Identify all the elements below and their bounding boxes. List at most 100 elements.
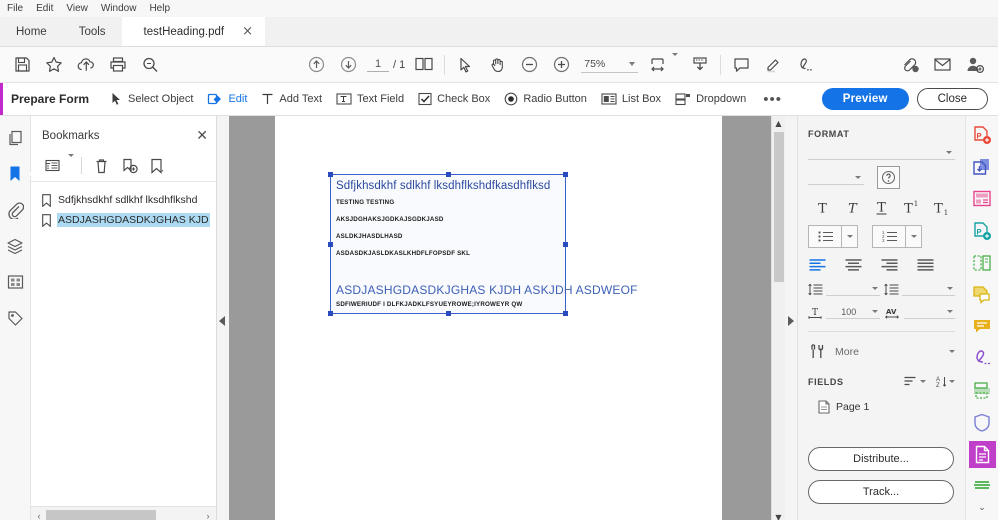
prepare-form-icon[interactable] <box>968 441 996 468</box>
tags-icon[interactable] <box>3 306 27 330</box>
scrollbar-thumb[interactable] <box>46 510 156 520</box>
snapshot-icon[interactable] <box>684 49 716 81</box>
more-options-row[interactable]: More <box>808 343 955 360</box>
menu-item-window[interactable]: Window <box>101 0 137 18</box>
fill-sign-icon[interactable] <box>969 313 996 340</box>
numbered-list-icon[interactable]: 123 <box>873 226 905 247</box>
field-tree-item-page-1[interactable]: Page 1 <box>818 400 955 414</box>
resize-handle-s[interactable] <box>446 311 451 316</box>
upload-cloud-icon[interactable] <box>70 49 102 81</box>
text-field-button[interactable]: Text Field <box>329 83 411 116</box>
tab-home[interactable]: Home <box>0 17 63 46</box>
zoom-out-button[interactable] <box>513 49 545 81</box>
resize-handle-w[interactable] <box>328 242 333 247</box>
zoom-level-select[interactable]: 75% <box>581 56 639 73</box>
collapse-right-icon[interactable] <box>788 315 794 326</box>
star-icon[interactable] <box>38 49 70 81</box>
print-production-icon[interactable] <box>969 473 996 500</box>
hand-icon[interactable] <box>481 49 513 81</box>
resize-handle-nw[interactable] <box>328 172 333 177</box>
track-button[interactable]: Track... <box>808 480 954 504</box>
share-link-icon[interactable] <box>894 49 926 81</box>
font-size-select[interactable] <box>808 170 864 185</box>
two-page-view-icon[interactable] <box>408 49 440 81</box>
sign-icon[interactable] <box>789 49 821 81</box>
bookmarks-icon[interactable] <box>3 162 35 186</box>
edit-bookmark-icon[interactable] <box>145 153 170 178</box>
page-thumbnails-icon[interactable] <box>3 126 27 150</box>
previous-page-button[interactable] <box>300 49 332 81</box>
scan-ocr-icon[interactable] <box>969 377 996 404</box>
fit-width-caret[interactable] <box>672 52 679 74</box>
tab-tools[interactable]: Tools <box>62 17 122 46</box>
edit-button[interactable]: Edit <box>200 83 254 116</box>
subscript-icon[interactable]: T1 <box>926 196 955 218</box>
scroll-right-icon[interactable]: › <box>201 511 215 520</box>
export-pdf-icon[interactable] <box>969 153 996 180</box>
line-spacing-select[interactable] <box>826 282 880 296</box>
content-icon[interactable] <box>3 270 27 294</box>
paragraph-spacing-select[interactable] <box>901 282 955 296</box>
right-panel-collapse-strip[interactable] <box>785 116 797 520</box>
menu-item-help[interactable]: Help <box>149 0 170 18</box>
save-icon[interactable] <box>6 49 38 81</box>
page-number-input[interactable]: 1 <box>367 58 389 72</box>
create-pdf-icon[interactable] <box>969 121 996 148</box>
menu-item-edit[interactable]: Edit <box>36 0 53 18</box>
align-left-icon[interactable] <box>808 257 827 273</box>
page-canvas[interactable]: Sdfjkhsdkhf sdlkhf lksdhflkshdfkasdhflks… <box>229 116 771 520</box>
sign-request-icon[interactable] <box>969 345 996 372</box>
numbered-list-options[interactable] <box>905 226 921 247</box>
zoom-in-button[interactable] <box>545 49 577 81</box>
dropdown-button[interactable]: Dropdown <box>668 83 753 116</box>
scroll-up-icon[interactable]: ▲ <box>775 116 781 131</box>
resize-handle-ne[interactable] <box>563 172 568 177</box>
search-icon[interactable] <box>134 49 166 81</box>
add-text-button[interactable]: Add Text <box>254 83 329 116</box>
layers-icon[interactable] <box>3 234 27 258</box>
resize-handle-sw[interactable] <box>328 311 333 316</box>
underline-icon[interactable]: T <box>867 196 896 218</box>
tab-document[interactable]: testHeading.pdf × <box>121 17 266 46</box>
organize-pages-icon[interactable] <box>969 249 996 276</box>
select-object-button[interactable]: Select Object <box>103 83 200 116</box>
close-icon[interactable]: × <box>242 25 253 38</box>
add-user-icon[interactable] <box>958 49 990 81</box>
sort-az-icon[interactable]: AZ <box>935 375 955 388</box>
comment-pdf-icon[interactable] <box>969 281 996 308</box>
preview-button[interactable]: Preview <box>821 88 909 110</box>
align-justify-icon[interactable] <box>916 257 935 273</box>
new-bookmark-icon[interactable] <box>117 153 142 178</box>
scroll-down-icon[interactable]: ▼ <box>775 510 781 520</box>
font-family-select[interactable] <box>808 145 955 160</box>
radio-button-button[interactable]: Radio Button <box>497 83 594 116</box>
align-right-icon[interactable] <box>880 257 899 273</box>
left-panel-collapse-strip[interactable] <box>217 116 229 520</box>
email-icon[interactable] <box>926 49 958 81</box>
combine-files-icon[interactable] <box>969 217 996 244</box>
menu-item-view[interactable]: View <box>66 0 88 18</box>
bookmark-item[interactable]: ASDJASHGDASDKJGHAS KJD <box>31 210 216 230</box>
selected-form-field[interactable]: Sdfjkhsdkhf sdlkhf lksdhflkshdfkasdhflks… <box>328 172 637 316</box>
more-tools-button[interactable]: ••• <box>753 91 792 108</box>
close-button[interactable]: Close <box>916 88 988 110</box>
sort-order-icon[interactable] <box>904 376 926 387</box>
horizontal-scale-select[interactable]: 100 <box>826 305 880 319</box>
resize-handle-e[interactable] <box>563 242 568 247</box>
comment-icon[interactable] <box>725 49 757 81</box>
pdf-page[interactable]: Sdfjkhsdkhf sdlkhf lksdhflkshdfkasdhflks… <box>275 116 722 520</box>
highlight-icon[interactable] <box>757 49 789 81</box>
protect-icon[interactable] <box>969 409 996 436</box>
vertical-scrollbar[interactable]: ▲ ▼ <box>771 116 785 520</box>
options-caret-icon[interactable] <box>68 153 74 175</box>
list-box-button[interactable]: List Box <box>594 83 668 116</box>
fit-width-icon[interactable] <box>642 49 674 81</box>
next-page-button[interactable] <box>332 49 364 81</box>
italic-icon[interactable]: T <box>837 196 866 218</box>
chevron-down-icon[interactable]: ⌄ <box>978 502 986 513</box>
options-list-icon[interactable] <box>40 153 65 178</box>
check-box-button[interactable]: Check Box <box>411 83 497 116</box>
bookmarks-horizontal-scrollbar[interactable]: ‹ › <box>31 506 216 520</box>
scroll-left-icon[interactable]: ‹ <box>32 511 46 520</box>
menu-item-file[interactable]: File <box>7 0 23 18</box>
